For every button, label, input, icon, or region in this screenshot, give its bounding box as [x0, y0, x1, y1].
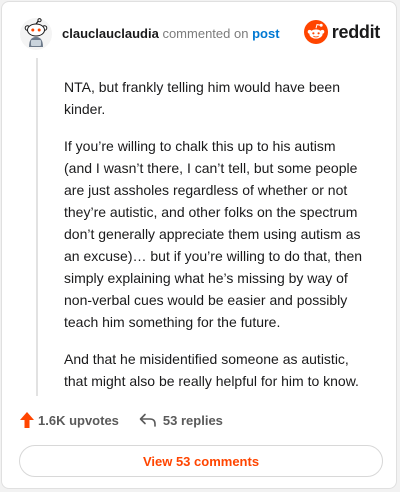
reddit-alien-icon: [303, 20, 328, 44]
comment-card: clauclauclaudia commented on post reddit…: [1, 1, 397, 489]
comment-paragraph: And that he misidentified someone as aut…: [64, 351, 359, 389]
comment-actions: 1.6K upvotes 53 replies: [20, 412, 223, 428]
comment-paragraph: If you’re willing to chalk this up to hi…: [64, 138, 363, 330]
reddit-logo[interactable]: reddit: [303, 20, 381, 44]
comment-paragraph: NTA, but frankly telling him would have …: [64, 79, 340, 117]
snoo-avatar-icon: [20, 18, 52, 50]
comment-header: clauclauclaudia commented on post: [62, 26, 280, 42]
upvote-arrow-icon: [20, 412, 34, 428]
view-comments-button[interactable]: View 53 comments: [19, 445, 383, 477]
reddit-wordmark: reddit: [331, 21, 381, 42]
replies-button[interactable]: 53 replies: [139, 413, 223, 428]
user-avatar[interactable]: [20, 18, 52, 50]
thread-line[interactable]: [36, 58, 38, 396]
reply-arrow-icon: [139, 413, 156, 427]
upvote-count: 1.6K upvotes: [38, 412, 119, 428]
post-link[interactable]: post: [252, 26, 279, 41]
username[interactable]: clauclauclaudia: [62, 26, 159, 41]
comment-body: NTA, but frankly telling him would have …: [64, 76, 364, 407]
commented-on-text: commented on: [162, 26, 249, 41]
reply-count: 53 replies: [162, 412, 223, 428]
upvote-button[interactable]: 1.6K upvotes: [20, 412, 119, 428]
